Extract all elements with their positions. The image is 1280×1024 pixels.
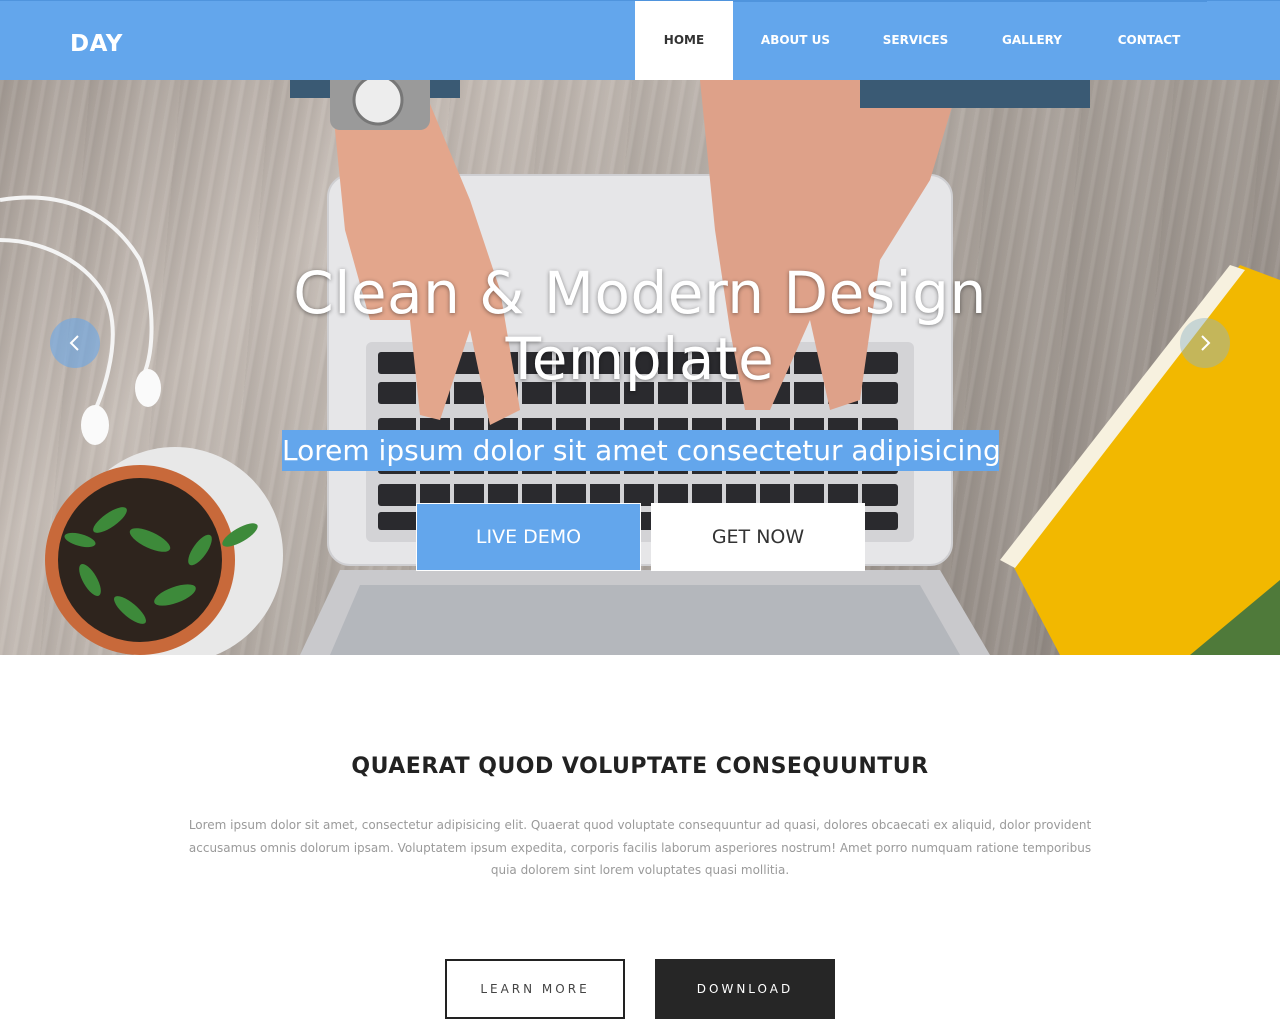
chevron-left-icon: [69, 335, 79, 351]
top-navbar: DAY HOME ABOUT US SERVICES GALLERY CONTA…: [0, 0, 1280, 80]
slider-next-button[interactable]: [1180, 318, 1230, 368]
nav-item-about-us[interactable]: ABOUT US: [733, 1, 858, 80]
section-title: QUAERAT QUOD VOLUPTATE CONSEQUUNTUR: [351, 754, 929, 779]
site-logo[interactable]: DAY: [70, 31, 123, 57]
nav-item-gallery[interactable]: GALLERY: [973, 1, 1091, 80]
learn-more-button[interactable]: LEARN MORE: [445, 959, 625, 1019]
nav-item-services[interactable]: SERVICES: [858, 1, 973, 80]
download-button[interactable]: DOWNLOAD: [655, 959, 835, 1019]
hero-title: Clean & Modern Design Template: [293, 259, 987, 393]
nav-item-home[interactable]: HOME: [635, 1, 733, 80]
live-demo-button[interactable]: LIVE DEMO: [416, 503, 641, 571]
nav-item-contact[interactable]: CONTACT: [1091, 1, 1207, 80]
slider-prev-button[interactable]: [50, 318, 100, 368]
hero-subtitle: Lorem ipsum dolor sit amet consectetur a…: [282, 430, 999, 471]
chevron-right-icon: [1201, 335, 1211, 351]
get-now-button[interactable]: GET NOW: [651, 503, 865, 571]
section-description: Lorem ipsum dolor sit amet, consectetur …: [188, 818, 1092, 877]
hero-slider: Clean & Modern Design Template Lorem ips…: [0, 80, 1280, 655]
